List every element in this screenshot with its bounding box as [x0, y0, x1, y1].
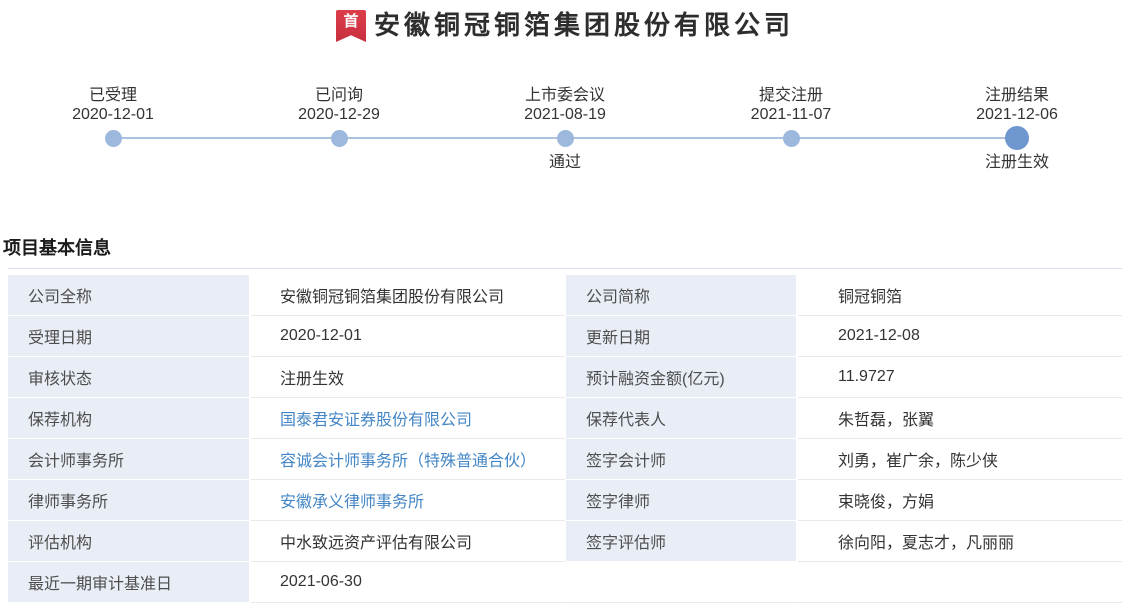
field-label: 会计师事务所 — [8, 439, 251, 480]
field-label: 签字会计师 — [566, 439, 798, 480]
field-value: 安徽承义律师事务所 — [251, 480, 566, 521]
accounting-firm-link[interactable]: 容诚会计师事务所（特殊普通合伙） — [280, 453, 536, 470]
field-value: 2021-12-08 — [798, 316, 1122, 357]
stage-sub-label — [0, 153, 226, 173]
stage-date: 2021-11-07 — [750, 106, 832, 123]
stage-dot-icon — [104, 129, 122, 147]
table-row: 公司全称 安徽铜冠铜箔集团股份有限公司 公司简称 铜冠铜箔 — [8, 275, 1122, 316]
table-row: 律师事务所 安徽承义律师事务所 签字律师 束晓俊，方娟 — [8, 480, 1122, 521]
stage-dot-icon — [1005, 126, 1029, 150]
field-label: 公司简称 — [566, 275, 798, 316]
field-label: 受理日期 — [8, 316, 251, 357]
field-label: 签字律师 — [566, 480, 798, 521]
table-row: 最近一期审计基准日 2021-06-30 — [8, 562, 1122, 603]
stage-date: 2021-08-19 — [524, 106, 606, 123]
field-value: 朱哲磊，张翼 — [798, 398, 1122, 439]
stage-label: 已问询 — [314, 87, 363, 104]
field-label: 公司全称 — [8, 275, 251, 316]
field-label: 最近一期审计基准日 — [8, 562, 251, 603]
field-label: 更新日期 — [566, 316, 798, 357]
table-row: 审核状态 注册生效 预计融资金额(亿元) 11.9727 — [8, 357, 1122, 398]
field-label: 评估机构 — [8, 521, 251, 562]
project-info-table: 公司全称 安徽铜冠铜箔集团股份有限公司 公司简称 铜冠铜箔 受理日期 2020-… — [8, 268, 1122, 603]
field-value: 容诚会计师事务所（特殊普通合伙） — [251, 439, 566, 480]
stage-dot-icon — [330, 129, 348, 147]
first-issue-badge-icon: 首 — [335, 10, 366, 42]
stage-sub-label: 通过 — [548, 154, 581, 171]
field-value: 2020-12-01 — [251, 316, 566, 357]
field-value — [798, 562, 1122, 603]
field-value: 11.9727 — [798, 357, 1122, 398]
section-title: 项目基本信息 — [3, 238, 111, 258]
stage-date: 2020-12-01 — [72, 106, 154, 123]
law-firm-link[interactable]: 安徽承义律师事务所 — [280, 494, 424, 511]
field-label: 律师事务所 — [8, 480, 251, 521]
field-value: 铜冠铜箔 — [798, 275, 1122, 316]
field-label: 签字评估师 — [566, 521, 798, 562]
stage-label: 提交注册 — [758, 87, 823, 104]
stage-sub-label: 注册生效 — [984, 154, 1049, 171]
field-value: 刘勇，崔广余，陈少侠 — [798, 439, 1122, 480]
field-value: 注册生效 — [251, 357, 566, 398]
field-value: 国泰君安证券股份有限公司 — [251, 398, 566, 439]
stage-dot-icon — [556, 129, 574, 147]
timeline-stage-accepted: 已受理 2020-12-01 — [0, 86, 226, 173]
company-title: 安徽铜冠铜箔集团股份有限公司 — [373, 10, 794, 40]
stage-sub-label — [226, 153, 452, 173]
timeline-stage-registration-result: 注册结果 2021-12-06 注册生效 — [904, 86, 1130, 173]
field-label: 审核状态 — [8, 357, 251, 398]
table-row: 保荐机构 国泰君安证券股份有限公司 保荐代表人 朱哲磊，张翼 — [8, 398, 1122, 439]
stage-sub-label — [678, 153, 904, 173]
field-value: 中水致远资产评估有限公司 — [251, 521, 566, 562]
timeline-stage-inquired: 已问询 2020-12-29 — [226, 86, 452, 173]
field-value: 2021-06-30 — [251, 562, 566, 603]
ipo-project-page: 首 安徽铜冠铜箔集团股份有限公司 已受理 2020-12-01 已问询 2020… — [0, 0, 1130, 610]
stage-label: 注册结果 — [984, 87, 1049, 104]
timeline-stage-committee-meeting: 上市委会议 2021-08-19 通过 — [452, 86, 678, 173]
stage-label: 上市委会议 — [524, 87, 605, 104]
field-label: 保荐机构 — [8, 398, 251, 439]
field-label — [566, 562, 798, 603]
page-header: 首 安徽铜冠铜箔集团股份有限公司 — [0, 0, 1130, 42]
field-label: 预计融资金额(亿元) — [566, 357, 798, 398]
field-label: 保荐代表人 — [566, 398, 798, 439]
review-status-timeline: 已受理 2020-12-01 已问询 2020-12-29 上市委会议 2021… — [0, 86, 1130, 172]
timeline-stage-registration-submitted: 提交注册 2021-11-07 — [678, 86, 904, 173]
stage-label: 已受理 — [88, 87, 137, 104]
field-value: 束晓俊，方娟 — [798, 480, 1122, 521]
stage-date: 2021-12-06 — [976, 106, 1058, 123]
field-value: 徐向阳，夏志才，凡丽丽 — [798, 521, 1122, 562]
stage-dot-icon — [782, 129, 800, 147]
sponsor-institution-link[interactable]: 国泰君安证券股份有限公司 — [280, 412, 472, 429]
field-value: 安徽铜冠铜箔集团股份有限公司 — [251, 275, 566, 316]
table-row: 会计师事务所 容诚会计师事务所（特殊普通合伙） 签字会计师 刘勇，崔广余，陈少侠 — [8, 439, 1122, 480]
stage-date: 2020-12-29 — [298, 106, 380, 123]
table-row: 评估机构 中水致远资产评估有限公司 签字评估师 徐向阳，夏志才，凡丽丽 — [8, 521, 1122, 562]
table-row: 受理日期 2020-12-01 更新日期 2021-12-08 — [8, 316, 1122, 357]
